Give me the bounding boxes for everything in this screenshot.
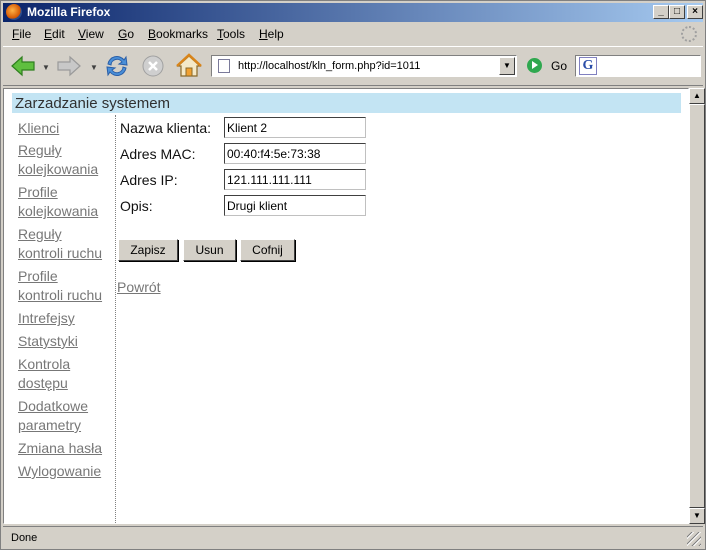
save-button[interactable]: Zapisz bbox=[118, 239, 178, 261]
sidebar-item-label: Profile bbox=[18, 184, 58, 200]
sidebar-item-label: Profile bbox=[18, 268, 58, 284]
menu-tools-rest: ools bbox=[223, 27, 246, 41]
menu-edit-key: E bbox=[44, 27, 53, 41]
menu-view[interactable]: View bbox=[78, 27, 104, 41]
mac-label: Adres MAC: bbox=[120, 146, 196, 162]
forward-dropdown-icon[interactable]: ▼ bbox=[90, 63, 98, 72]
sidebar-item-wylogowanie[interactable]: Wylogowanie bbox=[18, 462, 101, 481]
sidebar-item-label: parametry bbox=[18, 417, 82, 433]
name-label: Nazwa klienta: bbox=[120, 120, 212, 136]
sidebar-item-label: Klienci bbox=[18, 120, 60, 136]
minimize-button[interactable]: _ bbox=[653, 5, 669, 19]
menu-file-rest: ile bbox=[19, 27, 32, 41]
sidebar-item-label: Reguły bbox=[18, 142, 62, 158]
menu-go-rest: o bbox=[127, 27, 135, 41]
scrollbar-thumb[interactable] bbox=[689, 104, 705, 508]
sidebar-item-label: kontroli ruchu bbox=[18, 245, 103, 261]
page-icon bbox=[218, 59, 230, 73]
browser-window: Mozilla Firefox _ □ × File Edit View Go … bbox=[0, 0, 706, 550]
sidebar-item-label: kolejkowania bbox=[18, 161, 99, 177]
menu-edit[interactable]: Edit bbox=[44, 27, 65, 41]
sidebar-item-label: kontroli ruchu bbox=[18, 287, 103, 303]
menu-view-key: V bbox=[78, 27, 86, 41]
url-dropdown-icon[interactable]: ▼ bbox=[499, 57, 515, 75]
menu-help-rest: elp bbox=[267, 27, 284, 41]
url-bar[interactable]: http://localhost/kln_form.php?id=1011 ▼ bbox=[211, 55, 517, 77]
undo-button[interactable]: Cofnij bbox=[240, 239, 295, 261]
name-field[interactable] bbox=[224, 117, 366, 138]
description-field[interactable] bbox=[224, 195, 366, 216]
sidebar-item-profile-kolejkowania[interactable]: Profile kolejkowania bbox=[18, 183, 98, 221]
sidebar-item-reguly-kolejkowania[interactable]: Reguły kolejkowania bbox=[18, 141, 98, 179]
go-icon bbox=[527, 58, 542, 73]
sidebar-item-label: Wylogowanie bbox=[18, 463, 102, 479]
resize-grip-icon[interactable] bbox=[687, 532, 701, 546]
reload-icon[interactable] bbox=[103, 52, 131, 80]
maximize-button[interactable]: □ bbox=[669, 5, 685, 19]
ip-field[interactable] bbox=[224, 169, 366, 190]
menu-tools[interactable]: Tools bbox=[217, 27, 245, 41]
stop-icon[interactable] bbox=[139, 52, 167, 80]
menu-go-key: G bbox=[118, 27, 128, 41]
sidebar-item-label: Zmiana hasła bbox=[18, 440, 103, 456]
sidebar-item-label: Kontrola bbox=[18, 356, 71, 372]
back-arrow-icon[interactable] bbox=[9, 52, 37, 80]
scroll-down-icon[interactable]: ▼ bbox=[689, 508, 705, 524]
sidebar-item-label: Intrefejsy bbox=[18, 310, 75, 326]
url-text[interactable]: http://localhost/kln_form.php?id=1011 bbox=[238, 60, 420, 72]
menu-view-rest: iew bbox=[85, 27, 104, 41]
sidebar-item-kontrola-dostepu[interactable]: Kontrola dostępu bbox=[18, 355, 70, 393]
menu-help[interactable]: Help bbox=[259, 27, 284, 41]
sidebar-item-profile-kontroli-ruchu[interactable]: Profile kontroli ruchu bbox=[18, 267, 102, 305]
delete-button[interactable]: Usun bbox=[183, 239, 236, 261]
google-icon[interactable]: G bbox=[579, 57, 597, 75]
menu-bar: File Edit View Go Bookmarks Tools Help bbox=[3, 24, 703, 44]
sidebar-item-label: Dodatkowe bbox=[18, 398, 89, 414]
page-title: Zarzadzanie systemem bbox=[12, 93, 681, 113]
window-title: Mozilla Firefox bbox=[27, 5, 111, 19]
home-icon[interactable] bbox=[175, 52, 203, 80]
menu-go[interactable]: Go bbox=[118, 27, 134, 41]
status-text: Done bbox=[11, 532, 38, 544]
page-viewport: Zarzadzanie systemem Klienci Reguły kole… bbox=[3, 88, 689, 524]
sidebar-item-zmiana-hasla[interactable]: Zmiana hasła bbox=[18, 439, 102, 458]
sidebar-item-reguly-kontroli-ruchu[interactable]: Reguły kontroli ruchu bbox=[18, 225, 102, 263]
close-button[interactable]: × bbox=[687, 5, 703, 19]
menu-bookmarks-key: B bbox=[148, 27, 157, 41]
back-link[interactable]: Powrót bbox=[117, 279, 161, 295]
description-label: Opis: bbox=[120, 198, 153, 214]
status-bar: Done bbox=[3, 526, 703, 548]
vertical-scrollbar[interactable]: ▲ ▼ bbox=[689, 88, 705, 524]
navigation-toolbar: ▼ ▼ http://localhost/kln_form.php?id=101… bbox=[3, 46, 703, 86]
title-bar: Mozilla Firefox _ □ × bbox=[3, 3, 703, 22]
ip-label: Adres IP: bbox=[120, 172, 178, 188]
back-dropdown-icon[interactable]: ▼ bbox=[42, 63, 50, 72]
sidebar-item-intrefejsy[interactable]: Intrefejsy bbox=[18, 309, 75, 328]
go-label: Go bbox=[551, 59, 568, 73]
firefox-icon bbox=[6, 4, 22, 20]
sidebar-item-label: kolejkowania bbox=[18, 203, 99, 219]
sidebar-item-label: Reguły bbox=[18, 226, 62, 242]
sidebar-item-label: dostępu bbox=[18, 375, 68, 391]
menu-help-key: H bbox=[259, 27, 268, 41]
menu-bookmarks[interactable]: Bookmarks bbox=[148, 27, 208, 41]
sidebar-item-dodatkowe-parametry[interactable]: Dodatkowe parametry bbox=[18, 397, 88, 435]
throbber-icon bbox=[681, 26, 697, 42]
menu-bookmarks-rest: ookmarks bbox=[156, 27, 209, 41]
sidebar-item-klienci[interactable]: Klienci bbox=[18, 119, 59, 138]
forward-arrow-icon[interactable] bbox=[55, 52, 83, 80]
mac-field[interactable] bbox=[224, 143, 366, 164]
sidebar-item-statystyki[interactable]: Statystyki bbox=[18, 332, 78, 351]
search-input[interactable]: G bbox=[575, 55, 701, 77]
menu-file[interactable]: File bbox=[12, 27, 31, 41]
sidebar: Klienci Reguły kolejkowania Profile kole… bbox=[4, 115, 116, 523]
sidebar-item-label: Statystyki bbox=[18, 333, 78, 349]
scroll-up-icon[interactable]: ▲ bbox=[689, 88, 705, 104]
menu-edit-rest: dit bbox=[52, 27, 65, 41]
